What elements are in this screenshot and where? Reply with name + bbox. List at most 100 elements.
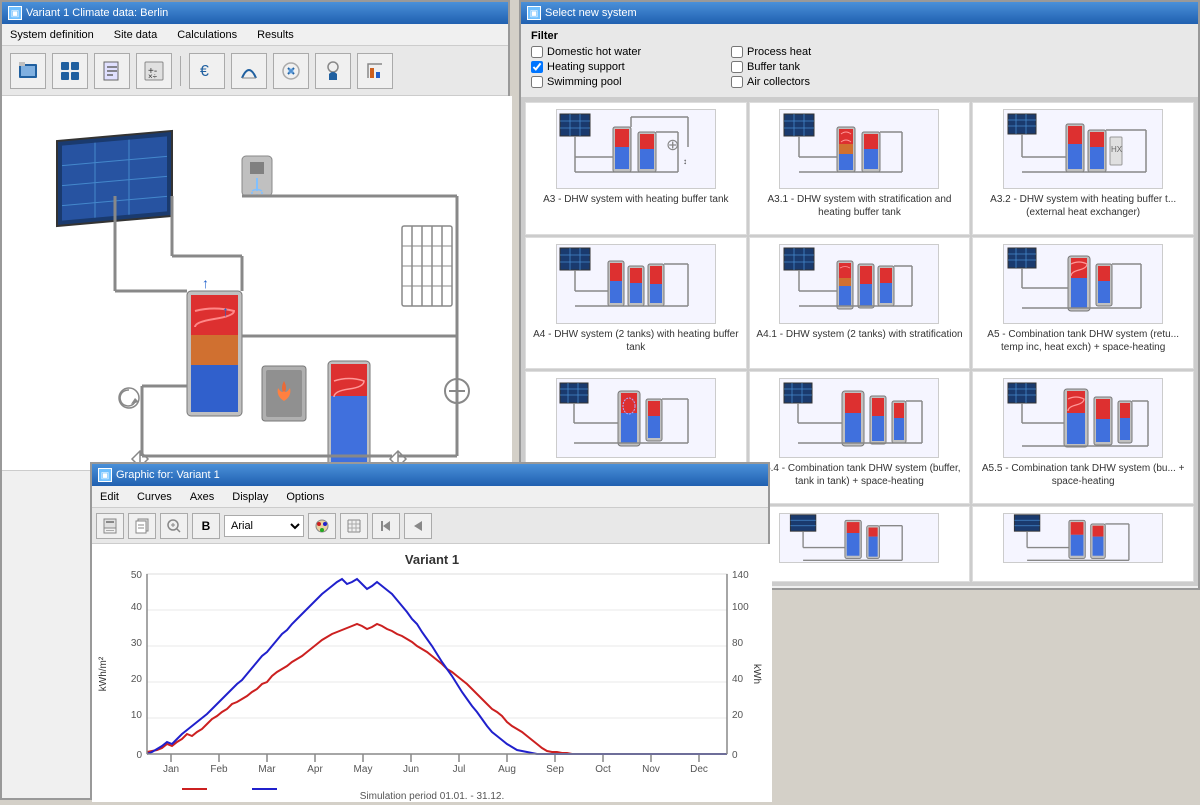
filter-buffer[interactable]: Buffer tank [731,61,911,73]
filter-heating-label: Heating support [547,61,625,73]
select-window-title: Select new system [545,7,637,19]
system-diagram-a55 [1003,378,1163,458]
filter-air[interactable]: Air collectors [731,76,911,88]
svg-text:80: 80 [732,638,744,649]
filter-process-heat-checkbox[interactable] [731,46,743,58]
system-label-a32: A3.2 - DHW system with heating buffer t.… [979,193,1187,219]
system-diagram-a52 [556,378,716,458]
svg-text:kWh/m²: kWh/m² [98,656,109,691]
chart-window: ▣ Graphic for: Variant 1 Edit Curves Axe… [90,462,770,800]
system-card-a61[interactable] [749,506,971,583]
svg-text:kWh: kWh [751,664,762,684]
toolbar-btn-calc[interactable]: +-×÷ [136,53,172,89]
chart-menu-edit[interactable]: Edit [96,489,123,505]
toolbar-btn-euro[interactable]: € [189,53,225,89]
filter-dhw-label: Domestic hot water [547,46,641,58]
toolbar-btn-8[interactable] [357,53,393,89]
svg-text:Sep: Sep [546,764,564,775]
filter-dhw-checkbox[interactable] [531,46,543,58]
svg-text:Mar: Mar [258,764,276,775]
svg-text:HX: HX [1111,145,1123,154]
svg-text:↕: ↕ [683,157,687,166]
svg-text:⊕: ⊕ [666,137,679,154]
filter-section: Filter Domestic hot water Process heat H… [521,24,1198,98]
chart-menu-display[interactable]: Display [228,489,272,505]
system-card-a3[interactable]: ⊕ ↕ A3 - DHW system with heating buffer … [525,102,747,235]
chart-title-bar: ▣ Graphic for: Variant 1 [92,464,768,486]
svg-text:Nov: Nov [642,764,660,775]
system-diagram-a31 [779,109,939,189]
menu-system-definition[interactable]: System definition [6,27,98,43]
chart-menu-curves[interactable]: Curves [133,489,176,505]
system-card-a31[interactable]: A3.1 - DHW system with stratification an… [749,102,971,235]
system-card-a41[interactable]: A4.1 - DHW system (2 tanks) with stratif… [749,237,971,370]
select-window-icon: ▣ [527,6,541,20]
filter-dhw[interactable]: Domestic hot water [531,46,711,58]
system-card-a54[interactable]: A5.4 - Combination tank DHW system (buff… [749,371,971,504]
filter-process-heat-label: Process heat [747,46,811,58]
chart-toolbar: B Arial Times New Roman Courier [92,508,768,544]
chart-btn-print[interactable] [96,513,124,539]
system-label-a4: A4 - DHW system (2 tanks) with heating b… [532,328,740,354]
main-window-title: Variant 1 Climate data: Berlin [26,7,168,19]
system-card-a55[interactable]: A5.5 - Combination tank DHW system (bu..… [972,371,1194,504]
filter-air-checkbox[interactable] [731,76,743,88]
svg-text:30: 30 [131,638,143,649]
chart-font-select[interactable]: Arial Times New Roman Courier [224,515,304,537]
svg-text:Apr: Apr [307,764,323,775]
system-card-a4[interactable]: A4 - DHW system (2 tanks) with heating b… [525,237,747,370]
system-diagram-a61 [779,513,939,563]
chart-btn-zoom[interactable] [160,513,188,539]
svg-text:Variant 1: Variant 1 [405,552,459,567]
filter-process-heat[interactable]: Process heat [731,46,911,58]
system-diagram-a41 [779,244,939,324]
system-diagram-a54 [779,378,939,458]
chart-btn-copy[interactable] [128,513,156,539]
svg-text:Aug: Aug [498,764,516,775]
system-card-a32[interactable]: HX A3.2 - DHW system with heating buffer… [972,102,1194,235]
toolbar-btn-5[interactable] [231,53,267,89]
diagram-svg: ↑ ↑ [2,96,512,471]
chart-svg: Variant 1 kWh/m² kWh 0 10 20 30 40 50 0 … [92,544,772,802]
svg-text:40: 40 [131,602,143,613]
toolbar-btn-1[interactable] [10,53,46,89]
menu-site-data[interactable]: Site data [110,27,161,43]
chart-btn-first[interactable] [372,513,400,539]
filter-label: Filter [531,30,1188,42]
system-label-a31: A3.1 - DHW system with stratification an… [756,193,964,219]
chart-menu-axes[interactable]: Axes [186,489,218,505]
svg-text:Jan: Jan [163,764,179,775]
chart-menu-options[interactable]: Options [282,489,328,505]
filter-swimming[interactable]: Swimming pool [531,76,711,88]
chart-btn-palette[interactable] [308,513,336,539]
svg-text:€: € [200,63,209,80]
menu-calculations[interactable]: Calculations [173,27,241,43]
svg-text:Simulation period 01.01. - 31.: Simulation period 01.01. - 31.12. [360,791,505,802]
system-card-a5[interactable]: A5 - Combination tank DHW system (retu..… [972,237,1194,370]
filter-heating[interactable]: Heating support [531,61,711,73]
menu-results[interactable]: Results [253,27,298,43]
svg-text:May: May [354,764,373,775]
system-diagram-a3: ⊕ ↕ [556,109,716,189]
svg-text:20: 20 [732,710,744,721]
chart-btn-bold[interactable]: B [192,513,220,539]
filter-air-label: Air collectors [747,76,810,88]
main-window-icon: ▣ [8,6,22,20]
system-diagram: ↑ ↑ [2,96,512,471]
toolbar-btn-7[interactable] [315,53,351,89]
filter-buffer-checkbox[interactable] [731,61,743,73]
filter-swimming-checkbox[interactable] [531,76,543,88]
system-card-a62[interactable] [972,506,1194,583]
svg-text:Dec: Dec [690,764,708,775]
filter-row-2: Heating support Buffer tank [531,61,1188,73]
chart-btn-grid[interactable] [340,513,368,539]
chart-menu-bar: Edit Curves Axes Display Options [92,486,768,508]
toolbar-btn-3[interactable] [94,53,130,89]
toolbar-btn-2[interactable] [52,53,88,89]
chart-area: Variant 1 kWh/m² kWh 0 10 20 30 40 50 0 … [92,544,772,802]
main-toolbar: +-×÷ € [2,46,508,96]
filter-heating-checkbox[interactable] [531,61,543,73]
arrow-up-2: ↑ [222,303,229,319]
chart-btn-prev[interactable] [404,513,432,539]
toolbar-btn-6[interactable] [273,53,309,89]
